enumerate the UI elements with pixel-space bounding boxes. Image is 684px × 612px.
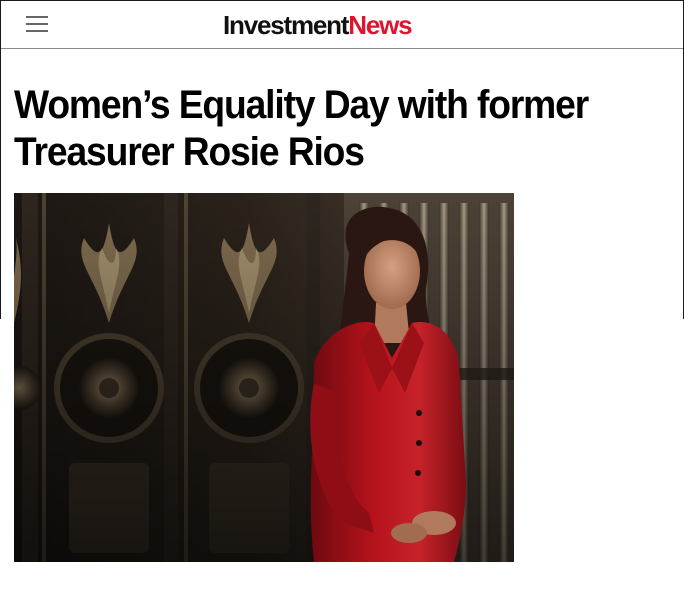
hamburger-menu-icon[interactable]	[26, 16, 50, 34]
site-header: InvestmentNews	[1, 1, 683, 49]
site-logo[interactable]: InvestmentNews	[223, 10, 413, 40]
article-title: Women’s Equality Day with former Treasur…	[14, 83, 589, 174]
logo-text-investment: Investment	[223, 10, 349, 40]
logo-text-news: News	[348, 10, 412, 40]
page: InvestmentNews Women’s Equality Day with…	[0, 0, 684, 612]
article-photo	[14, 193, 514, 562]
